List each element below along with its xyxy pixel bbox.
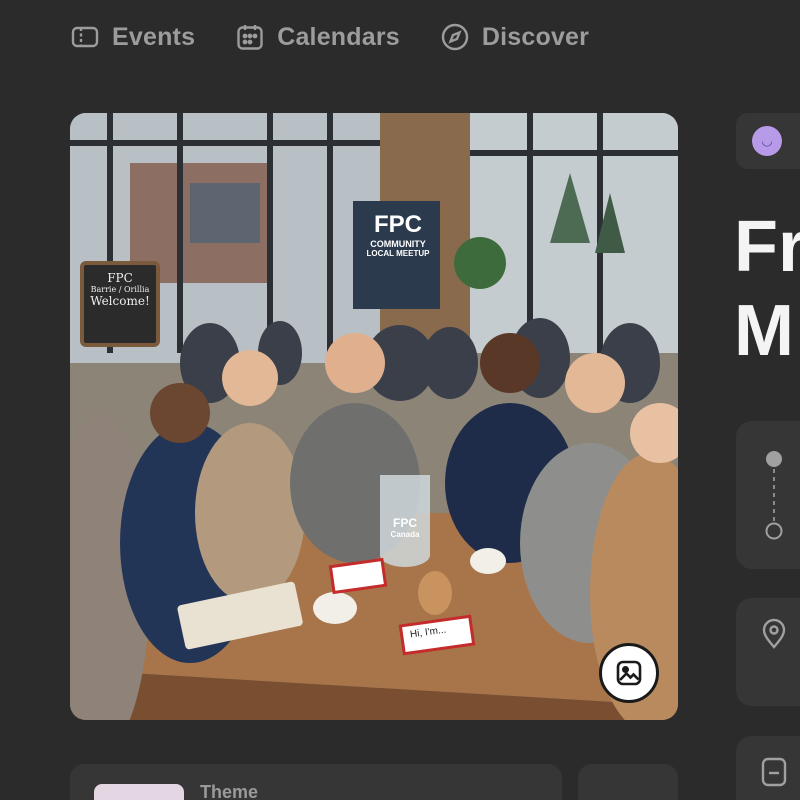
event-title-line2: M [734,291,794,371]
event-cover-image: FPC COMMUNITY LOCAL MEETUP FPC Barrie / … [70,113,678,720]
theme-preview [94,784,184,800]
timeline-icon [765,451,783,540]
banner: FPC COMMUNITY LOCAL MEETUP [358,211,438,258]
nav-events[interactable]: Events [70,22,195,52]
event-title-line1: Fr [734,207,800,287]
smile-icon: ◡ [761,133,773,148]
image-icon [616,660,642,686]
ticket-icon [71,26,99,48]
nav-events-label: Events [112,22,196,51]
date-time-panel[interactable] [736,421,800,569]
calendar-icon [237,25,263,50]
pitcher-label: FPC Canada [382,516,428,540]
change-image-button[interactable] [599,643,659,703]
banner-line2: COMMUNITY [370,239,426,249]
top-nav: Events Calendars Discover [70,22,589,52]
location-pin-icon [762,618,786,649]
sign-line1: FPC [107,271,133,285]
sign-line3: Welcome! [90,294,150,308]
event-title[interactable]: Fr M [734,205,800,373]
nav-calendars-label: Calendars [277,22,400,51]
host-chip[interactable]: ◡ [736,113,800,169]
nav-discover[interactable]: Discover [440,22,589,52]
theme-shuffle-button[interactable] [578,764,678,800]
theme-selector[interactable]: Theme [70,764,562,800]
location-panel[interactable] [736,598,800,706]
sign-line2: Barrie / Orillia [90,285,150,294]
pitcher-line1: FPC [393,516,417,530]
avatar: ◡ [752,126,782,156]
banner-line3: LOCAL MEETUP [366,249,430,258]
note-icon [761,757,787,787]
banner-line1: FPC [374,211,422,238]
nav-calendars[interactable]: Calendars [235,22,400,52]
welcome-sign: FPC Barrie / Orillia Welcome! [86,271,154,308]
compass-icon [441,23,469,51]
nav-discover-label: Discover [481,22,590,51]
theme-label: Theme [200,782,259,800]
pitcher-line2: Canada [390,530,420,539]
description-panel[interactable] [736,736,800,800]
